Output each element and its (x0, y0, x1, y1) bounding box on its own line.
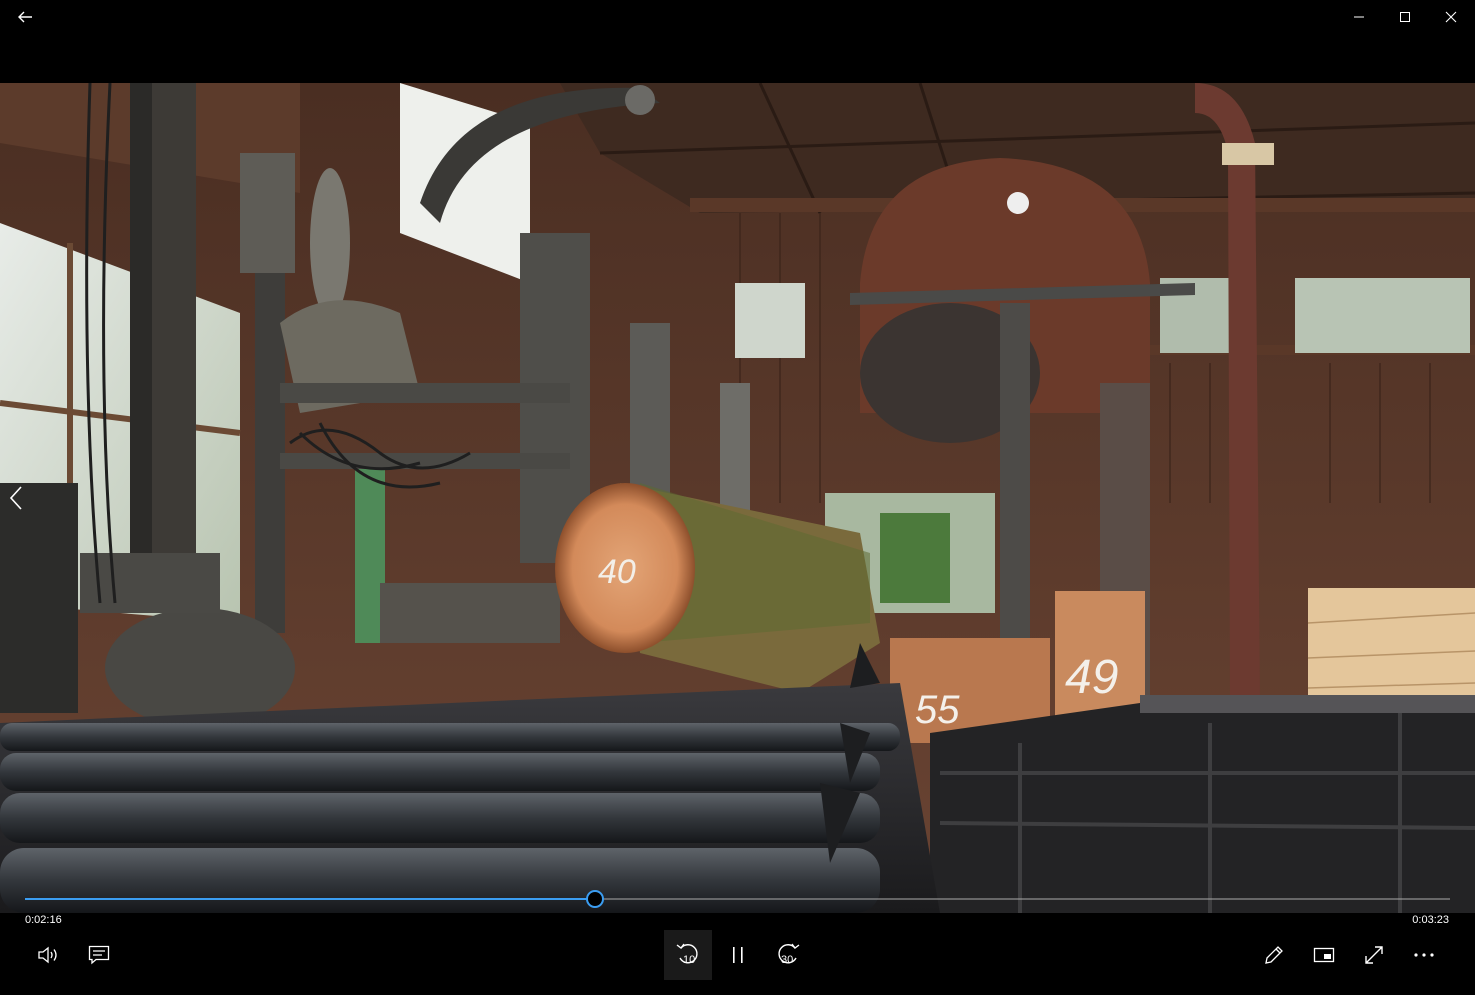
chevron-left-icon (9, 486, 22, 510)
mini-view-icon (1313, 947, 1335, 963)
beam-mark-2-text: 55 (915, 688, 960, 732)
skip-back-label: 10 (683, 954, 696, 966)
volume-button[interactable] (26, 932, 72, 978)
log-mark-text: 40 (598, 553, 636, 591)
edit-button[interactable] (1251, 932, 1297, 978)
skip-back-button[interactable]: 10 (665, 932, 711, 978)
current-time: 0:02:16 (25, 914, 62, 926)
captions-button[interactable] (76, 932, 122, 978)
sawmill-scene-image: 40 55 49 (0, 83, 1475, 913)
maximize-icon (1400, 12, 1410, 22)
edit-pencil-icon (1265, 946, 1283, 964)
more-options-icon (1414, 953, 1434, 957)
fullscreen-button[interactable] (1351, 932, 1397, 978)
more-options-button[interactable] (1401, 932, 1447, 978)
skip-forward-button[interactable]: 30 (765, 932, 811, 978)
pause-button[interactable] (715, 932, 761, 978)
captions-icon (88, 945, 110, 965)
seek-progress (25, 898, 595, 900)
title-bar (0, 0, 1475, 34)
minimize-icon (1354, 16, 1364, 18)
beam-mark-text: 49 (1065, 651, 1118, 704)
fullscreen-icon (1365, 946, 1383, 964)
seek-thumb[interactable] (586, 890, 604, 908)
close-icon (1445, 11, 1457, 23)
video-player-window: 40 55 49 0:02:16 0:03:23 10 30 (0, 0, 1475, 995)
video-frame[interactable]: 40 55 49 (0, 83, 1475, 913)
close-button[interactable] (1428, 0, 1474, 34)
volume-icon (38, 946, 57, 964)
total-time: 0:03:23 (1412, 914, 1449, 926)
pause-icon (733, 947, 743, 963)
minimize-button[interactable] (1336, 0, 1382, 34)
maximize-button[interactable] (1382, 0, 1428, 34)
previous-item-button[interactable] (2, 478, 30, 518)
seek-bar[interactable] (25, 887, 1450, 911)
skip-forward-label: 30 (781, 954, 794, 966)
mini-view-button[interactable] (1301, 932, 1347, 978)
back-button[interactable] (2, 0, 48, 34)
back-arrow-icon (18, 11, 32, 23)
